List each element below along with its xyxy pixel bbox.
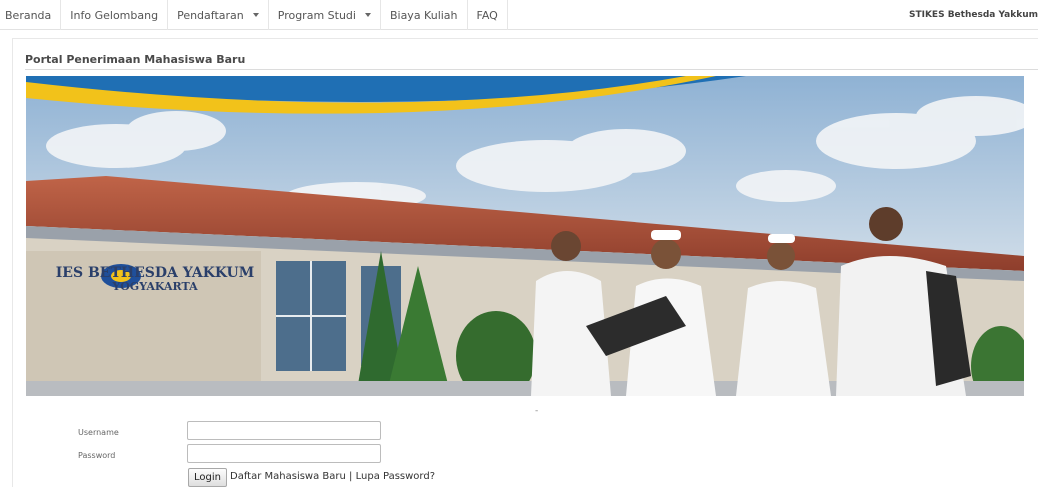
caret-down-icon [364, 13, 371, 17]
password-label: Password [78, 451, 116, 460]
username-input[interactable] [187, 421, 381, 440]
nav-item-label: FAQ [476, 8, 498, 22]
caret-down-icon [252, 13, 259, 17]
nav-item-program-studi[interactable]: Program Studi [269, 0, 381, 30]
title-divider [25, 69, 1038, 70]
nav-item-label: Info Gelombang [70, 8, 159, 22]
banner-illustration [26, 76, 1024, 396]
banner-sign-line1: IES BETHESDA YAKKUM [55, 265, 255, 281]
login-button[interactable]: Login [188, 468, 227, 487]
nav-item-faq[interactable]: FAQ [468, 0, 508, 30]
password-input[interactable] [187, 444, 381, 463]
forgot-password-link[interactable]: Lupa Password? [356, 471, 435, 482]
nav-item-label: Biaya Kuliah [389, 8, 458, 22]
nav-item-label: Program Studi [277, 8, 356, 22]
nav-item-pendaftaran[interactable]: Pendaftaran [168, 0, 269, 30]
nav-item-info-gelombang[interactable]: Info Gelombang [61, 0, 169, 30]
form-links: Daftar Mahasiswa Baru | Lupa Password? [230, 471, 435, 482]
banner-image: IES BETHESDA YAKKUM YOGYAKARTA [26, 76, 1024, 396]
carousel-indicator[interactable]: - [535, 406, 538, 416]
nav-item-label: Beranda [5, 8, 52, 22]
nav-item-beranda[interactable]: Beranda [0, 0, 62, 30]
link-separator: | [349, 471, 353, 482]
username-label: Username [78, 428, 119, 437]
banner-sign-text: IES BETHESDA YAKKUM YOGYAKARTA [40, 265, 270, 294]
main-container: Portal Penerimaan Mahasiswa Baru IES BET… [12, 38, 1038, 487]
nav-menu: Beranda Info Gelombang Pendaftaran Progr… [0, 0, 508, 30]
top-navbar: Beranda Info Gelombang Pendaftaran Progr… [0, 0, 1038, 30]
page-title: Portal Penerimaan Mahasiswa Baru [25, 53, 246, 66]
banner-sign-line2: YOGYAKARTA [112, 280, 198, 294]
nav-item-biaya-kuliah[interactable]: Biaya Kuliah [381, 0, 468, 30]
brand-link[interactable]: STIKES Bethesda Yakkum [909, 0, 1038, 30]
register-link[interactable]: Daftar Mahasiswa Baru [230, 471, 346, 482]
nav-item-label: Pendaftaran [177, 8, 244, 22]
